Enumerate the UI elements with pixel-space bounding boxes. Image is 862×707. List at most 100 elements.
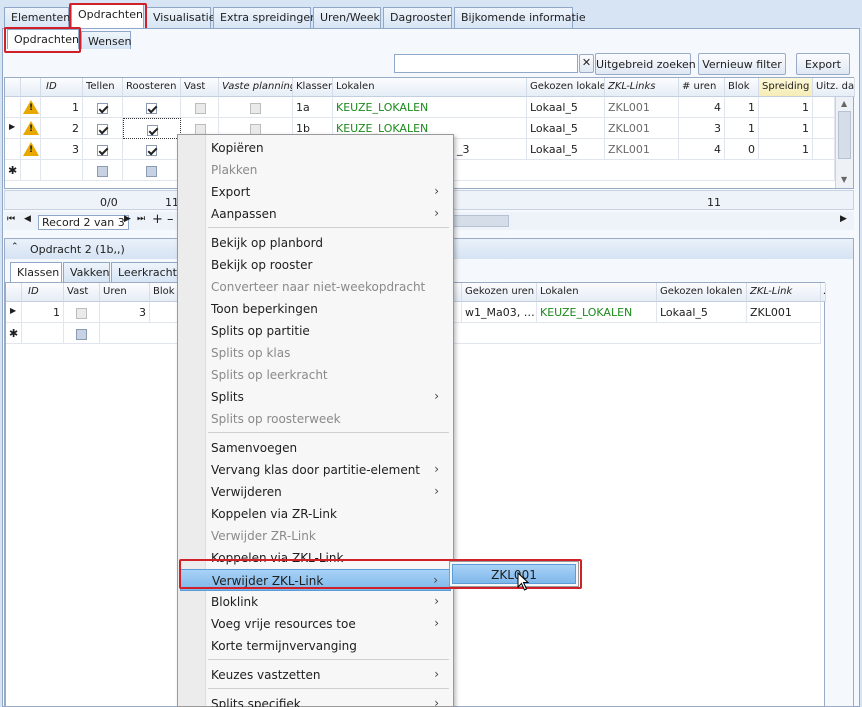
header-blok[interactable]: Blok: [725, 78, 759, 97]
refresh-filter-button[interactable]: Vernieuw filter: [698, 53, 786, 75]
header-uren[interactable]: Uren: [100, 283, 150, 302]
header-gekozen-uren[interactable]: Gekozen uren: [462, 283, 537, 302]
header-zkl-link[interactable]: ZKL-Link: [747, 283, 821, 302]
cell-id[interactable]: 1: [41, 97, 83, 118]
last-record-icon[interactable]: ⏭: [137, 214, 145, 224]
header-roosteren[interactable]: Roosteren: [123, 78, 181, 97]
export-button[interactable]: Export: [796, 53, 850, 75]
header-vaste-planning[interactable]: Vaste planning: [219, 78, 293, 97]
cell-gekozen-lokalen[interactable]: Lokaal_5: [527, 97, 605, 118]
tab-bijkomende-informatie[interactable]: Bijkomende informatie: [454, 7, 586, 28]
cell-gekozen-lokalen[interactable]: Lokaal_5: [657, 302, 747, 323]
new-row-cell[interactable]: [41, 160, 83, 181]
checkbox-roosteren[interactable]: [123, 97, 181, 118]
menu-item-toon-beperkingen[interactable]: Toon beperkingen: [180, 298, 451, 320]
header-zkl-links[interactable]: ZKL-Links: [605, 78, 679, 97]
menu-item-bekijk-op-rooster[interactable]: Bekijk op rooster: [180, 254, 451, 276]
cell-uitz-dag[interactable]: [813, 97, 835, 118]
menu-item-verwijder-zkl-link[interactable]: Verwijder ZKL-Link ›: [180, 569, 451, 591]
vertical-scrollbar[interactable]: ▲ ▼: [835, 97, 853, 188]
collapse-chevron-icon[interactable]: ⌃: [11, 242, 19, 252]
header-uitz-dag[interactable]: Uitz. dag: [813, 78, 855, 97]
cell-spreiding[interactable]: 1: [759, 118, 813, 139]
header-spreiding[interactable]: Spreiding: [759, 78, 813, 97]
new-row-cell[interactable]: [22, 323, 64, 344]
header-gekozen-lokalen[interactable]: Gekozen lokalen: [527, 78, 605, 97]
detail-tab-vakken[interactable]: Vakken: [63, 262, 110, 282]
menu-item-samenvoegen[interactable]: Samenvoegen: [180, 437, 451, 459]
header-gekozen-lokalen[interactable]: Gekozen lokalen: [657, 283, 747, 302]
tab-dagrooster[interactable]: Dagrooster: [383, 7, 452, 28]
cell-uren[interactable]: 3: [679, 118, 725, 139]
scroll-right-icon[interactable]: ▶: [840, 214, 847, 224]
row-indicator-current[interactable]: ▶: [6, 302, 22, 323]
checkbox-tellen[interactable]: [83, 97, 123, 118]
tab-extra-spreidingen[interactable]: Extra spreidingen: [213, 7, 317, 28]
advanced-search-button[interactable]: Uitgebreid zoeken: [595, 53, 696, 75]
scroll-thumb[interactable]: [838, 111, 851, 159]
clear-search-button[interactable]: ✕: [579, 54, 594, 73]
checkbox-vast[interactable]: [64, 323, 100, 344]
cell-zkl-links[interactable]: ZKL001: [605, 97, 679, 118]
menu-item-export[interactable]: Export ›: [180, 181, 451, 203]
next-record-icon[interactable]: ▶: [124, 214, 131, 224]
menu-item-koppelen-via-zr-link[interactable]: Koppelen via ZR-Link: [180, 503, 451, 525]
cell-klassen[interactable]: 1a: [293, 97, 333, 118]
submenu-item-zkl001[interactable]: ZKL001: [452, 564, 576, 584]
cell-spreiding[interactable]: 1: [759, 139, 813, 160]
cell-gekozen-lokalen[interactable]: Lokaal_5: [527, 139, 605, 160]
cell-spreiding[interactable]: 1: [759, 97, 813, 118]
tab-opdrachten[interactable]: Opdrachten: [71, 4, 144, 29]
header-vast[interactable]: Vast: [64, 283, 100, 302]
scroll-down-icon[interactable]: ▼: [841, 175, 847, 184]
menu-item-kopiëren[interactable]: Kopiëren: [180, 137, 451, 159]
tab-uren-week[interactable]: Uren/Week: [313, 7, 381, 28]
cell-uren[interactable]: 4: [679, 97, 725, 118]
menu-item-aanpassen[interactable]: Aanpassen ›: [180, 203, 451, 225]
menu-item-splits-specifiek[interactable]: Splits specifiek ›: [180, 693, 451, 707]
cell-blok[interactable]: 1: [725, 118, 759, 139]
cell-uitz-dag[interactable]: [813, 118, 835, 139]
new-row-indicator[interactable]: ✱: [5, 160, 21, 181]
header-uren[interactable]: # uren: [679, 78, 725, 97]
cell-uitz-dag[interactable]: [813, 139, 835, 160]
menu-item-splits[interactable]: Splits ›: [180, 386, 451, 408]
menu-item-koppelen-via-zkl-link[interactable]: Koppelen via ZKL-Link: [180, 547, 451, 569]
menu-item-bekijk-op-planbord[interactable]: Bekijk op planbord: [180, 232, 451, 254]
cell-id[interactable]: 3: [41, 139, 83, 160]
header-lokalen[interactable]: Lokalen: [537, 283, 657, 302]
cell-blok[interactable]: 1: [725, 97, 759, 118]
detail-tab-klassen[interactable]: Klassen: [10, 262, 62, 282]
new-row-indicator[interactable]: ✱: [6, 323, 22, 344]
checkbox-roosteren[interactable]: [123, 139, 181, 160]
cell-lokalen[interactable]: KEUZE_LOKALEN: [537, 302, 657, 323]
cell-uren[interactable]: 3: [100, 302, 150, 323]
cell-zkl-link[interactable]: ZKL001: [747, 302, 821, 323]
menu-item-bloklink[interactable]: Bloklink ›: [180, 591, 451, 613]
remove-record-icon[interactable]: –: [167, 212, 174, 227]
menu-item-keuzes-vastzetten[interactable]: Keuzes vastzetten ›: [180, 664, 451, 686]
cell-zkl-links[interactable]: ZKL001: [605, 139, 679, 160]
cell-gekozen-lokalen[interactable]: Lokaal_5: [527, 118, 605, 139]
header-id[interactable]: ID: [41, 78, 83, 97]
checkbox-tellen[interactable]: [83, 160, 123, 181]
menu-item-verwijderen[interactable]: Verwijderen ›: [180, 481, 451, 503]
checkbox-tellen[interactable]: [83, 118, 123, 139]
search-input[interactable]: [394, 54, 578, 73]
checkbox-roosteren[interactable]: [123, 118, 181, 139]
menu-item-voeg-vrije-resources-toe[interactable]: Voeg vrije resources toe ›: [180, 613, 451, 635]
checkbox-roosteren[interactable]: [123, 160, 181, 181]
new-row-cell[interactable]: [21, 160, 41, 181]
menu-item-vervang-klas-door-partitie-element[interactable]: Vervang klas door partitie-element ›: [180, 459, 451, 481]
header-lokalen[interactable]: Lokalen: [333, 78, 527, 97]
header-tellen[interactable]: Tellen: [83, 78, 123, 97]
cell-uren[interactable]: 4: [679, 139, 725, 160]
cell-blok[interactable]: 0: [725, 139, 759, 160]
header-klassen[interactable]: Klassen: [293, 78, 333, 97]
header-vast[interactable]: Vast: [181, 78, 219, 97]
checkbox-tellen[interactable]: [83, 139, 123, 160]
checkbox-vast[interactable]: [181, 97, 219, 118]
prev-record-icon[interactable]: ◀: [24, 214, 31, 224]
row-indicator[interactable]: [5, 97, 21, 118]
cell-id[interactable]: 1: [22, 302, 64, 323]
